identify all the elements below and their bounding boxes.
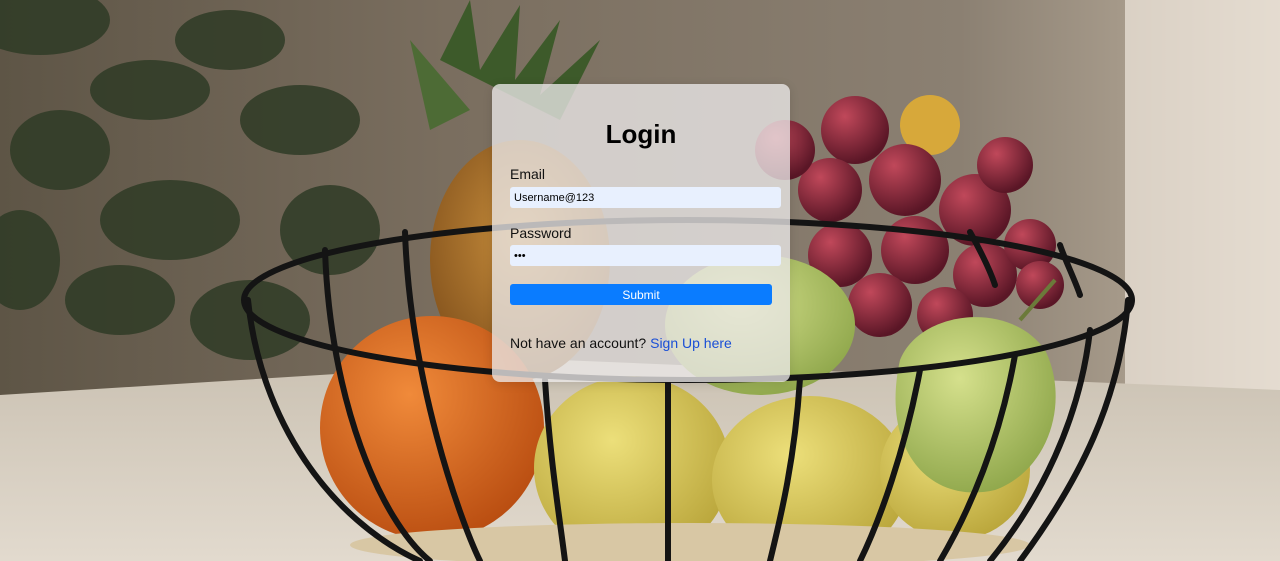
email-input[interactable]	[510, 187, 781, 208]
signup-prompt-text: Not have an account?	[510, 335, 647, 351]
signup-prompt-line: Not have an account? Sign Up here	[510, 335, 732, 351]
signup-link[interactable]: Sign Up here	[650, 335, 732, 351]
submit-button[interactable]: Submit	[510, 284, 772, 305]
email-label: Email	[510, 166, 546, 182]
login-title: Login	[605, 119, 677, 149]
password-label: Password	[510, 225, 572, 241]
password-input[interactable]	[510, 245, 781, 266]
login-card: Login Email Password Submit Not have an …	[492, 84, 790, 382]
